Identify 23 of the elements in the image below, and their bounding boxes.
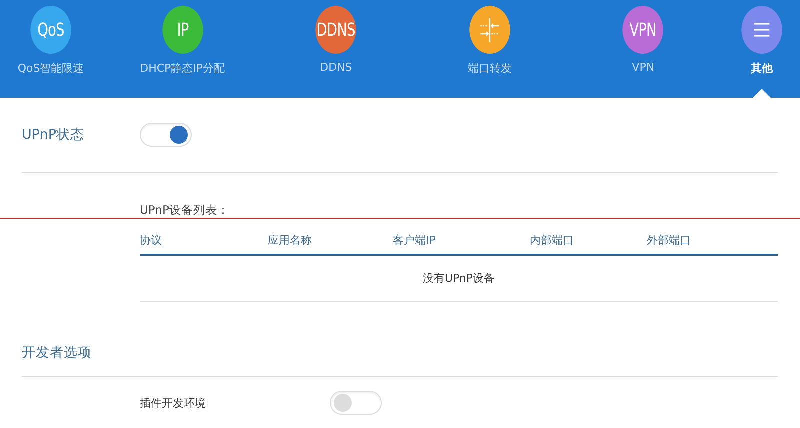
- badge-icon: QoS: [30, 6, 72, 54]
- list-title: UPnP设备列表：: [140, 203, 230, 218]
- section-title: 开发者选项: [22, 344, 92, 362]
- toggle-switch[interactable]: [330, 391, 382, 415]
- badge-icon: IP: [162, 6, 203, 54]
- empty-message: 没有UPnP设备: [422, 271, 496, 286]
- nav-tab[interactable]: 其他: [726, 0, 797, 98]
- column-header: 应用名称: [268, 232, 313, 248]
- column-header: 外部端口: [647, 232, 692, 248]
- nav-tab[interactable]: QoS QoS智能限速: [3, 0, 99, 98]
- toggle-switch[interactable]: [140, 123, 192, 147]
- badge-icon: DDNS: [316, 6, 357, 54]
- column-header: 客户端IP: [393, 232, 437, 248]
- nav-tab[interactable]: DDNS DDNS: [266, 0, 406, 98]
- nav-tab[interactable]: IP DHCP静态IP分配: [112, 0, 253, 98]
- column-header: 内部端口: [530, 232, 575, 248]
- nav-tab[interactable]: 端口转发: [420, 0, 560, 98]
- badge-icon: VPN: [622, 6, 664, 54]
- setting-label: UPnP状态: [22, 126, 86, 144]
- column-header: 协议: [140, 232, 163, 248]
- selection-pointer: [752, 89, 771, 98]
- option-label: 插件开发环境: [140, 396, 207, 410]
- nav-tab[interactable]: VPN VPN: [573, 0, 714, 98]
